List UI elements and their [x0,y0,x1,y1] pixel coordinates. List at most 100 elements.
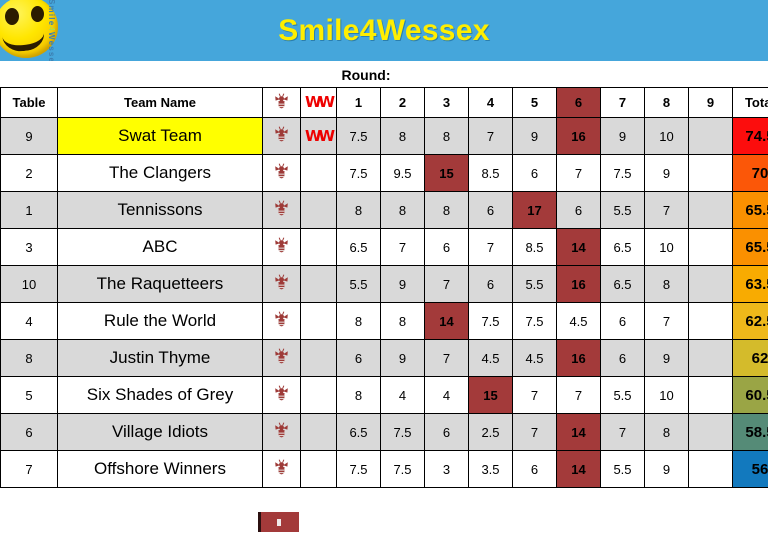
cell-round-1-score: 8 [336,191,381,229]
cell-round-5-score: 7 [512,413,557,451]
cell-bee-icon [262,265,301,303]
cell-round-7-score: 5.5 [600,450,645,488]
cell-round-9-score [688,376,733,414]
cell-round-7-score: 5.5 [600,376,645,414]
cell-round-7-score: 5.5 [600,191,645,229]
page-title: Smile4Wessex [278,13,490,47]
legend-color-box [258,512,299,532]
cell-round-2-score: 7 [380,228,425,266]
cell-round-2-score: 8 [380,117,425,155]
column-header-table: Table [0,87,58,118]
bee-icon [274,126,289,143]
cell-total: 74.5 [732,117,768,155]
cell-bee-icon [262,339,301,377]
cell-team-name: Justin Thyme [57,339,263,377]
bee-icon [274,274,289,291]
cell-round-6-score: 7 [556,376,601,414]
cell-total: 65.5 [732,191,768,229]
cell-round-7-score: 9 [600,117,645,155]
cell-bee-icon [262,117,301,155]
column-header-total: Total [732,87,768,118]
table-row: 6Village Idiots6.57.562.57147858.5 [0,413,768,451]
cell-round-1-score: 7.5 [336,154,381,192]
cell-team-name: Rule the World [57,302,263,340]
cell-round-6-score: 14 [556,228,601,266]
cell-round-9-score [688,154,733,192]
cell-round-4-score: 6 [468,191,513,229]
cell-win-icon [300,376,337,414]
cell-round-1-score: 6.5 [336,228,381,266]
cell-round-4-score: 2.5 [468,413,513,451]
bee-icon [274,200,289,217]
cell-round-5-score: 17 [512,191,557,229]
cell-round-8-score: 8 [644,413,689,451]
cell-round-4-score: 4.5 [468,339,513,377]
table-row: 9Swat TeamWW7.588791691074.5 [0,117,768,155]
cell-round-6-score: 6 [556,191,601,229]
cell-bee-icon [262,302,301,340]
cell-round-5-score: 4.5 [512,339,557,377]
cell-win-icon: WW [300,117,337,155]
cell-round-6-score: 16 [556,339,601,377]
cell-round-1-score: 8 [336,376,381,414]
smile4wessex-logo: Smile4Wessex [0,0,88,61]
cell-round-9-score [688,302,733,340]
column-header-round-5: 5 [512,87,557,118]
cell-round-9-score [688,228,733,266]
cell-round-9-score [688,117,733,155]
cell-round-8-score: 7 [644,191,689,229]
cell-table-number: 5 [0,376,58,414]
round-label: Round: [341,67,391,83]
cell-round-1-score: 6.5 [336,413,381,451]
cell-win-icon [300,302,337,340]
cell-win-icon [300,450,337,488]
cell-table-number: 6 [0,413,58,451]
bee-icon [274,237,289,254]
cell-round-3-score: 8 [424,117,469,155]
bee-icon [274,93,289,110]
column-header-round-9: 9 [688,87,733,118]
cell-round-2-score: 9 [380,339,425,377]
cell-round-7-score: 6.5 [600,265,645,303]
scoreboard-table: Table Team Name WW 1 2 3 4 5 6 7 8 9 Tot… [0,87,768,488]
cell-table-number: 8 [0,339,58,377]
cell-round-8-score: 8 [644,265,689,303]
cell-round-9-score [688,191,733,229]
cell-round-4-score: 8.5 [468,154,513,192]
cell-round-6-score: 4.5 [556,302,601,340]
column-header-round-7: 7 [600,87,645,118]
cell-round-5-score: 7 [512,376,557,414]
cell-round-3-score: 6 [424,228,469,266]
cell-total: 56 [732,450,768,488]
cell-round-8-score: 10 [644,117,689,155]
cell-round-8-score: 10 [644,228,689,266]
column-header-round-1: 1 [336,87,381,118]
w-trophy-icon: WW [304,93,335,111]
bee-icon [274,459,289,476]
cell-total: 65.5 [732,228,768,266]
cell-round-5-score: 9 [512,117,557,155]
cell-round-8-score: 9 [644,339,689,377]
cell-table-number: 7 [0,450,58,488]
cell-round-4-score: 7 [468,228,513,266]
cell-team-name: Swat Team [57,117,263,155]
cell-round-9-score [688,450,733,488]
cell-win-icon [300,265,337,303]
cell-total: 62 [732,339,768,377]
column-header-round-2: 2 [380,87,425,118]
cell-round-6-score: 16 [556,265,601,303]
cell-round-4-score: 7 [468,117,513,155]
cell-total: 60.5 [732,376,768,414]
cell-round-9-score [688,265,733,303]
cell-table-number: 10 [0,265,58,303]
cell-round-9-score [688,413,733,451]
cell-round-2-score: 9 [380,265,425,303]
cell-table-number: 3 [0,228,58,266]
logo-text-c: Wessex [47,32,56,61]
cell-team-name: Tennissons [57,191,263,229]
cell-round-8-score: 9 [644,154,689,192]
cell-round-2-score: 9.5 [380,154,425,192]
cell-round-5-score: 5.5 [512,265,557,303]
cell-round-5-score: 7.5 [512,302,557,340]
bee-icon [274,385,289,402]
